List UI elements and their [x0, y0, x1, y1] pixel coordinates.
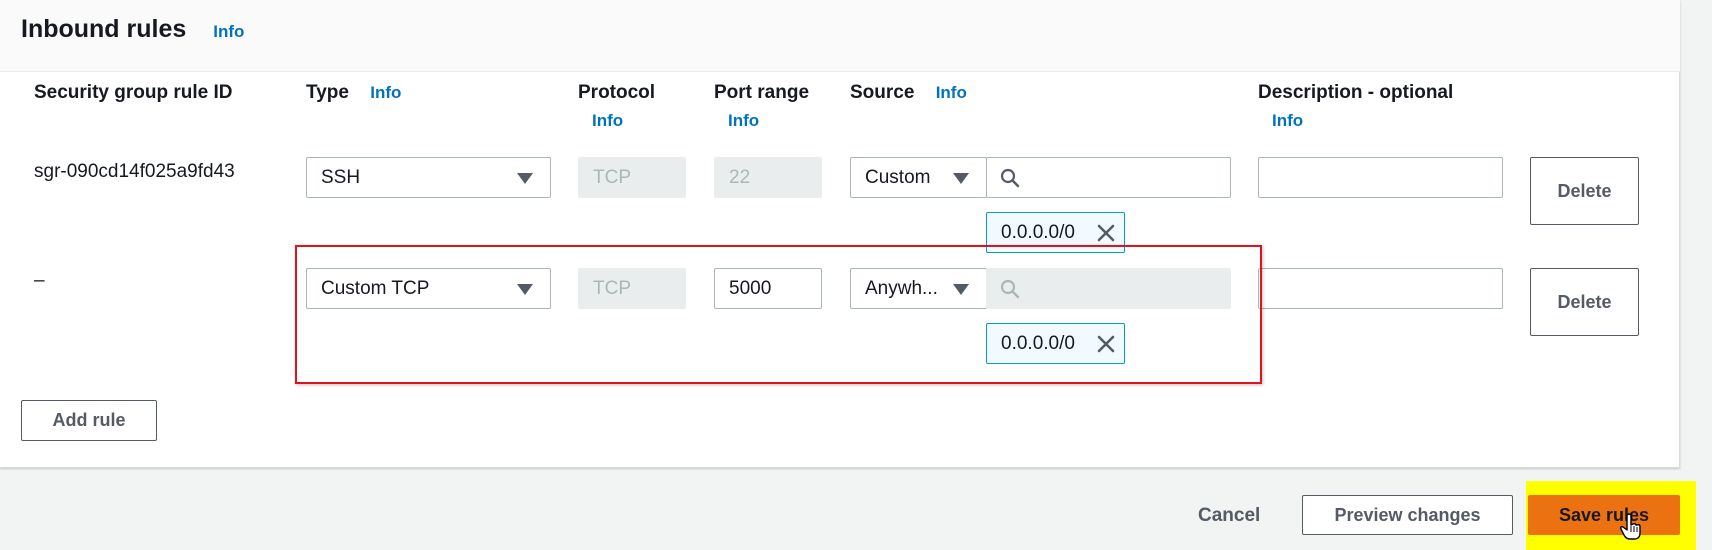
protocol-info-link[interactable]: Info	[592, 111, 623, 131]
save-rules-button[interactable]: Save rules	[1528, 495, 1680, 535]
close-icon[interactable]	[1096, 223, 1116, 243]
port-range-input[interactable]: 5000	[714, 268, 822, 309]
type-select[interactable]: Custom TCP	[306, 268, 551, 309]
cidr-token-label: 0.0.0.0/0	[1001, 221, 1075, 243]
preview-changes-button[interactable]: Preview changes	[1302, 495, 1513, 535]
rule-id: –	[34, 270, 45, 291]
cidr-token: 0.0.0.0/0	[986, 212, 1125, 253]
protocol-value: TCP	[593, 166, 631, 188]
delete-rule-button[interactable]: Delete	[1530, 157, 1639, 225]
column-header-source-label: Source	[850, 82, 915, 103]
search-icon	[1000, 168, 1020, 188]
panel-title: Inbound rules Info	[21, 15, 244, 44]
protocol-field: TCP	[578, 157, 686, 198]
port-range-value: 5000	[729, 277, 772, 299]
port-range-value: 22	[729, 166, 751, 188]
column-header-type: Type Info	[306, 82, 401, 104]
close-icon[interactable]	[1096, 334, 1116, 354]
hand-pointer-icon	[1620, 513, 1641, 540]
port-range-input: 22	[714, 157, 822, 198]
column-header-source: Source Info	[850, 82, 967, 104]
rule-id: sgr-090cd14f025a9fd43	[34, 161, 235, 182]
source-search-input	[986, 268, 1231, 309]
search-icon	[1000, 279, 1020, 299]
inbound-rules-panel: Inbound rules Info Security group rule I…	[0, 0, 1680, 468]
cancel-button[interactable]: Cancel	[1198, 505, 1260, 527]
column-header-rule-id: Security group rule ID	[34, 82, 233, 103]
cidr-token-label: 0.0.0.0/0	[1001, 332, 1075, 354]
type-select[interactable]: SSH	[306, 157, 551, 198]
port-range-info-link[interactable]: Info	[728, 111, 759, 131]
column-header-description: Description - optional	[1258, 82, 1454, 103]
type-select-value: SSH	[321, 166, 361, 188]
protocol-field: TCP	[578, 268, 686, 309]
caret-down-icon	[953, 173, 969, 184]
source-type-select[interactable]: Custom	[850, 157, 987, 198]
description-input[interactable]	[1258, 157, 1503, 198]
panel-info-link[interactable]: Info	[213, 22, 244, 41]
panel-title-text: Inbound rules	[21, 15, 187, 43]
caret-down-icon	[517, 173, 533, 184]
source-search-input[interactable]	[986, 157, 1231, 198]
type-info-link[interactable]: Info	[370, 83, 401, 102]
column-header-type-label: Type	[306, 82, 349, 103]
source-type-select[interactable]: Anywh...	[850, 268, 987, 309]
source-type-value: Custom	[865, 166, 931, 188]
source-type-value: Anywh...	[865, 277, 938, 299]
column-header-port-range: Port range	[714, 82, 810, 103]
type-select-value: Custom TCP	[321, 277, 430, 299]
delete-rule-button[interactable]: Delete	[1530, 268, 1639, 336]
description-input[interactable]	[1258, 268, 1503, 309]
add-rule-button[interactable]: Add rule	[21, 400, 157, 441]
description-info-link[interactable]: Info	[1272, 111, 1303, 131]
source-info-link[interactable]: Info	[936, 83, 967, 102]
cidr-token: 0.0.0.0/0	[986, 323, 1125, 364]
column-header-protocol: Protocol	[578, 82, 656, 103]
protocol-value: TCP	[593, 277, 631, 299]
caret-down-icon	[517, 284, 533, 295]
panel-header: Inbound rules Info	[0, 0, 1680, 72]
caret-down-icon	[953, 284, 969, 295]
